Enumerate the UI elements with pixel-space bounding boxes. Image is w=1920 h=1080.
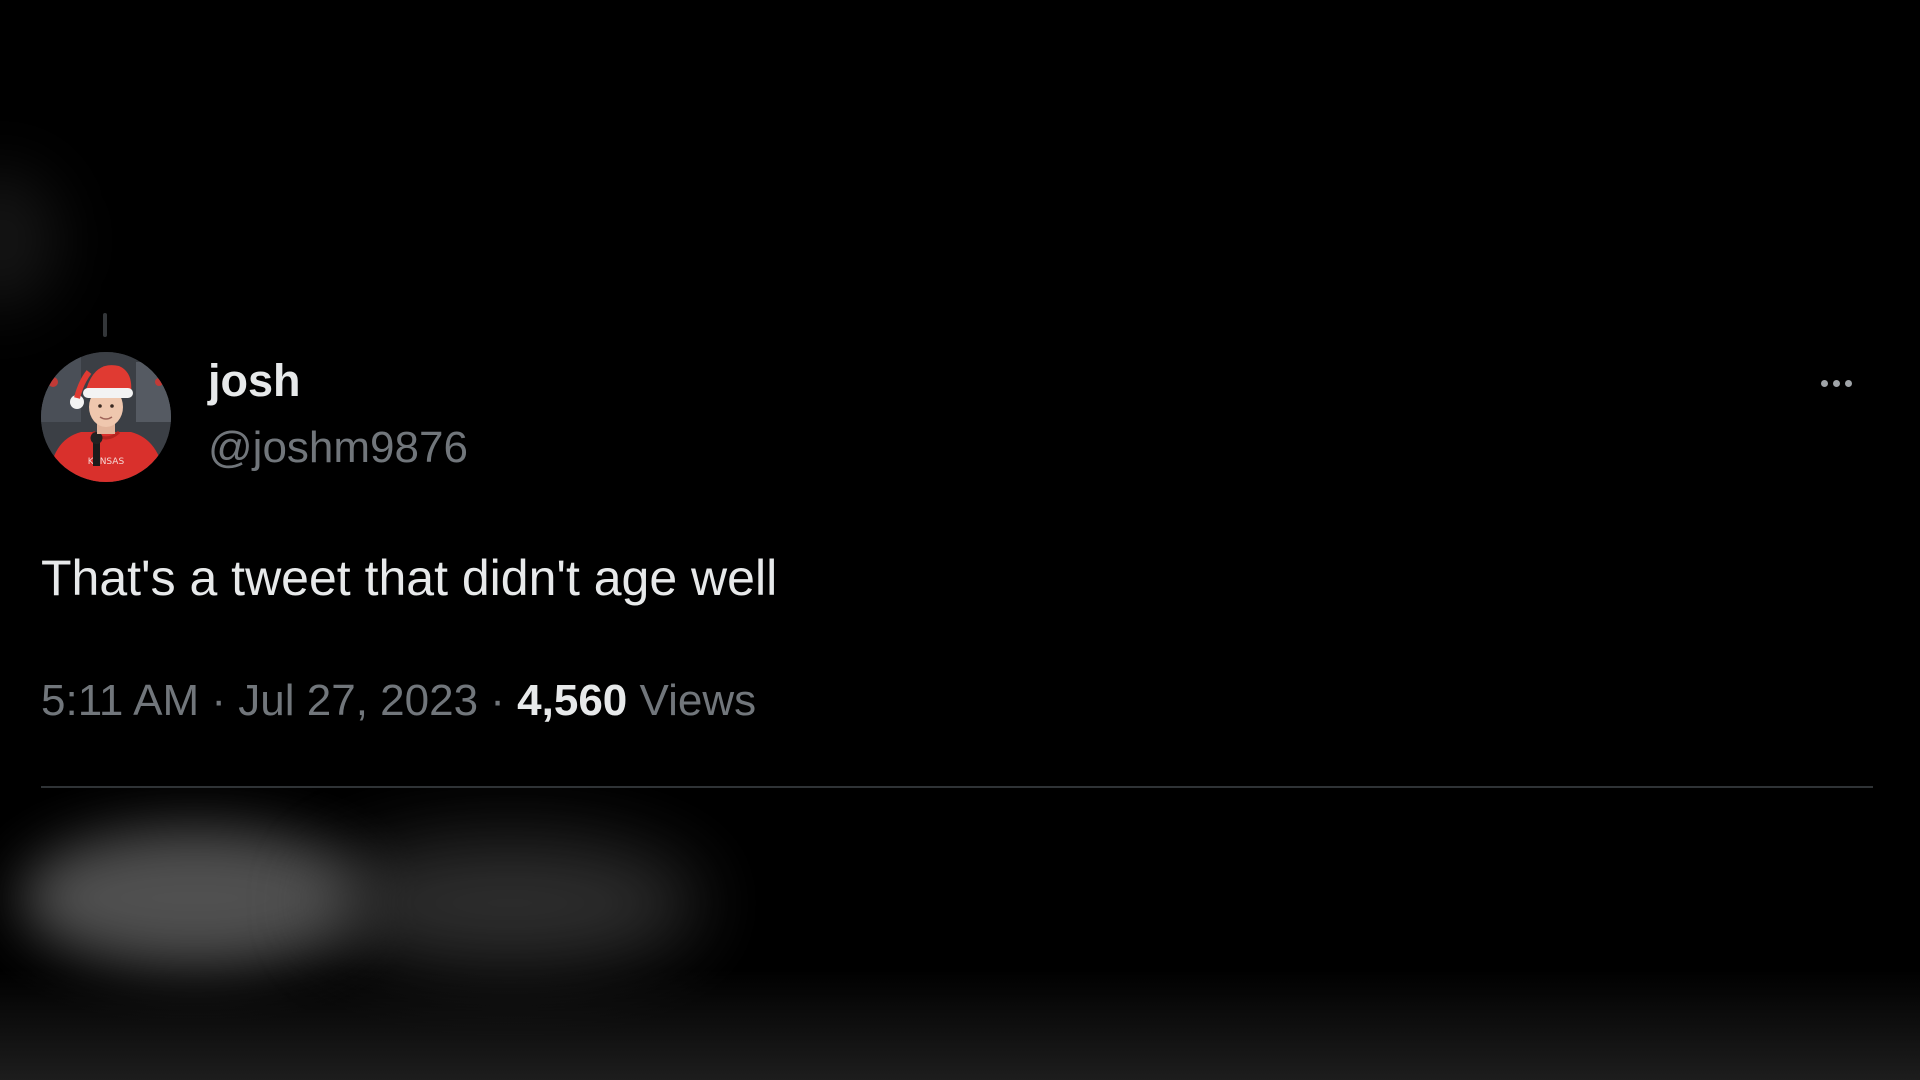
views-label: Views: [639, 676, 757, 725]
tweet-page: KANSAS josh @joshm9876 That's a tweet th…: [0, 0, 1920, 1080]
avatar[interactable]: KANSAS: [41, 352, 171, 482]
blurred-content-region: [0, 788, 1920, 1080]
tweet-date[interactable]: Jul 27, 2023: [238, 676, 478, 725]
author-name[interactable]: josh: [208, 355, 301, 407]
thread-connector-line: [103, 313, 107, 337]
blurred-blob: [20, 828, 370, 968]
meta-separator: ·: [490, 676, 505, 725]
author-handle[interactable]: @joshm9876: [208, 422, 468, 474]
tweet-metadata: 5:11 AM · Jul 27, 2023 · 4,560 Views: [41, 674, 756, 728]
avatar-santa-hat-icon: KANSAS: [41, 352, 171, 482]
bottom-fade: [0, 970, 1920, 1080]
meta-separator: ·: [211, 676, 227, 725]
tweet-time[interactable]: 5:11 AM: [41, 676, 199, 725]
more-options-icon: [1818, 379, 1854, 387]
more-options-button[interactable]: [1808, 368, 1864, 398]
views-count[interactable]: 4,560: [517, 676, 627, 725]
tweet-text: That's a tweet that didn't age well: [41, 550, 778, 606]
background-blur: [0, 170, 60, 310]
blurred-blob: [320, 838, 700, 968]
